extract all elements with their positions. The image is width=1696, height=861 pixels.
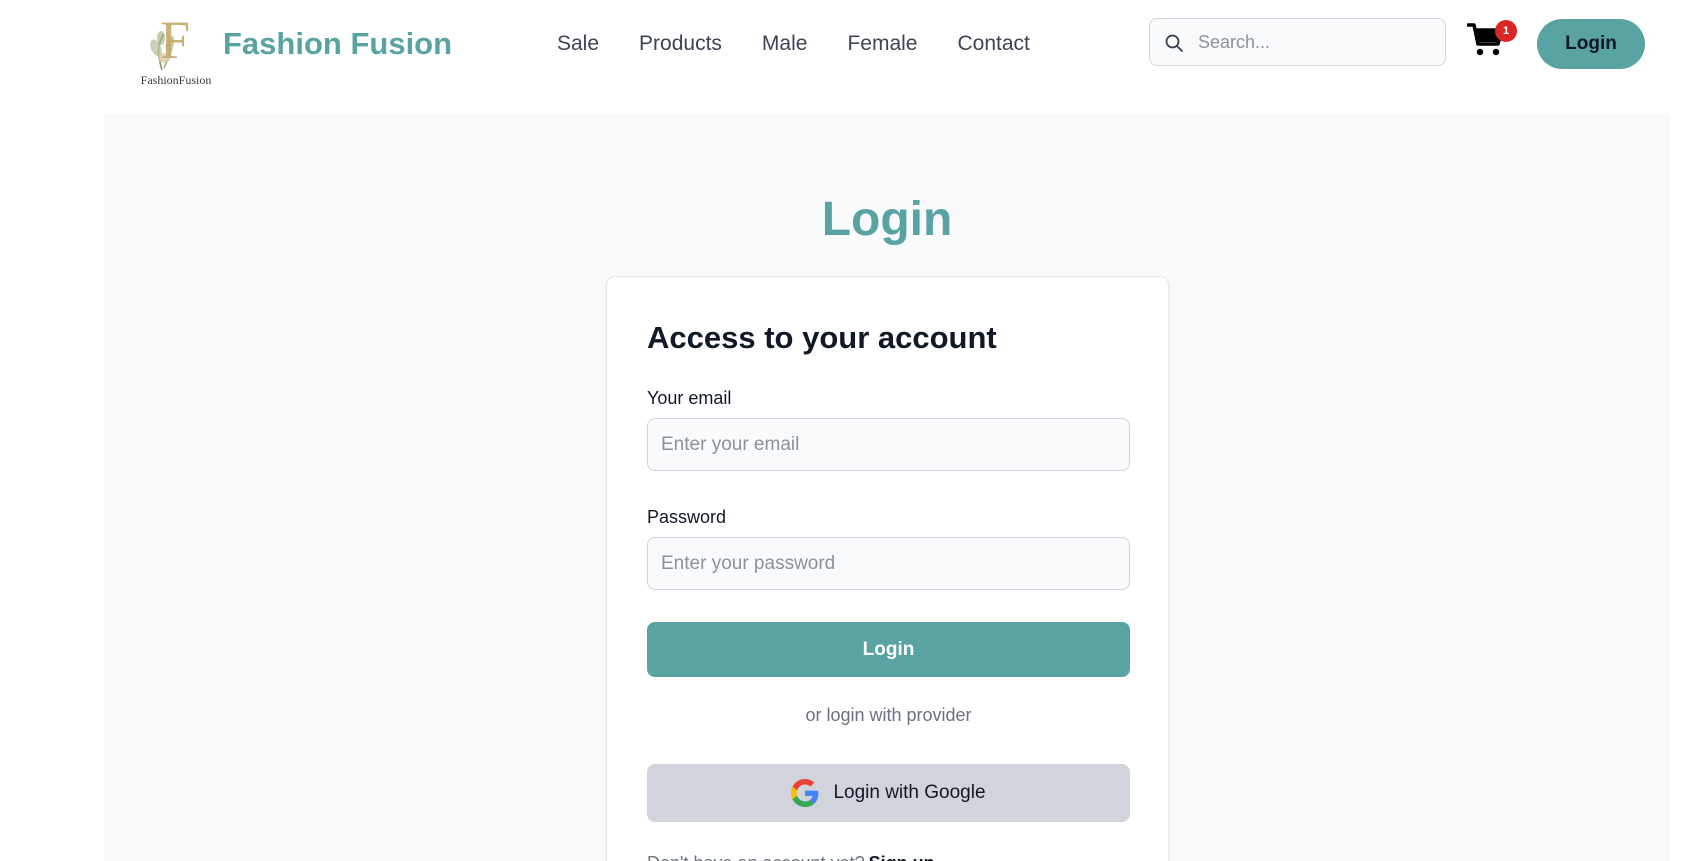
- cart-button[interactable]: 1: [1467, 18, 1519, 60]
- password-label: Password: [647, 507, 727, 527]
- nav-link-products[interactable]: Products: [639, 30, 722, 58]
- nav-link-female[interactable]: Female: [847, 30, 917, 58]
- signup-prompt-text: Don't have an account yet?: [647, 853, 865, 861]
- card-title: Access to your account: [647, 320, 997, 355]
- search-box: [1149, 18, 1446, 66]
- email-field[interactable]: [647, 418, 1130, 471]
- google-login-button[interactable]: Login with Google: [647, 764, 1130, 822]
- google-login-label: Login with Google: [833, 782, 986, 803]
- search-input[interactable]: [1198, 27, 1434, 57]
- provider-divider-text: or login with provider: [805, 705, 972, 725]
- password-field[interactable]: [647, 537, 1130, 590]
- logo-caption: FashionFusion: [141, 73, 212, 86]
- page-title: Login: [821, 193, 953, 246]
- main-nav: Sale Products Male Female Contact: [557, 30, 1030, 58]
- brand-logo[interactable]: F FashionFusion: [134, 8, 218, 86]
- email-label: Your email: [647, 388, 732, 408]
- login-card: Access to your account Your email Passwo…: [606, 276, 1169, 861]
- google-icon: [791, 779, 819, 807]
- nav-link-contact[interactable]: Contact: [957, 30, 1029, 58]
- svg-text:F: F: [160, 10, 190, 70]
- signup-prompt: Don't have an account yet? Sign up: [647, 851, 935, 861]
- signup-link[interactable]: Sign up: [869, 853, 935, 861]
- site-header: F FashionFusion Fashion Fusion Sale Prod…: [0, 0, 1696, 104]
- login-section: Login Access to your account Your email …: [104, 114, 1670, 861]
- nav-link-male[interactable]: Male: [762, 30, 808, 58]
- cart-count-badge: 1: [1495, 20, 1517, 42]
- logo-emblem-icon: F FashionFusion: [141, 10, 212, 86]
- search-icon: [1165, 34, 1183, 52]
- login-submit-button[interactable]: Login: [647, 622, 1130, 677]
- nav-link-sale[interactable]: Sale: [557, 30, 599, 58]
- header-login-button[interactable]: Login: [1537, 19, 1645, 69]
- brand-name: Fashion Fusion: [223, 26, 453, 61]
